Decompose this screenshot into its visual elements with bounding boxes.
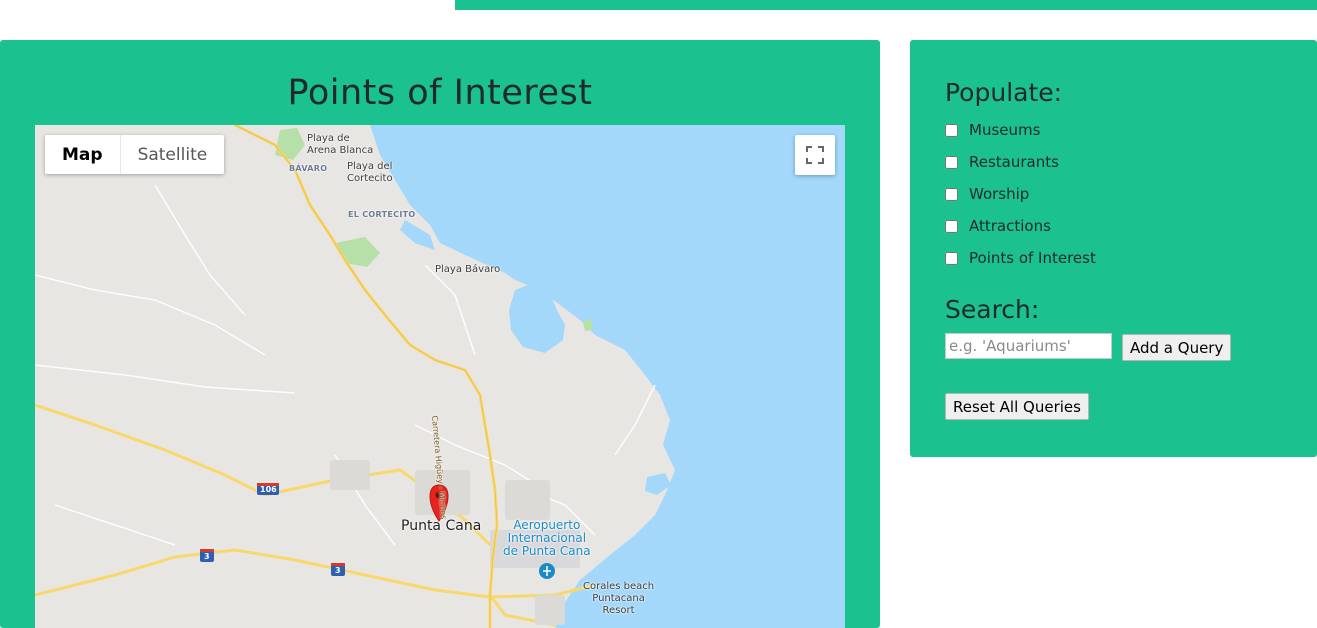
map-label: Playa de Arena Blanca (307, 133, 374, 156)
map-type-map-button[interactable]: Map (45, 135, 120, 174)
side-panel: Populate: Museums Restaurants Worship At… (910, 40, 1317, 457)
checkbox-label: Worship (969, 185, 1030, 203)
shield-label: 106 (260, 485, 277, 494)
map-label: Aeropuerto Internacional de Punta Cana (503, 518, 591, 558)
checkbox-label: Museums (969, 121, 1041, 139)
checkbox-row-worship[interactable]: Worship (945, 184, 1029, 204)
search-input[interactable] (945, 333, 1112, 359)
checkbox-row-attractions[interactable]: Attractions (945, 216, 1051, 236)
map-label: EL CORTECITO (348, 210, 416, 219)
map-label: Punta Cana (401, 518, 482, 534)
map-type-control: Map Satellite (45, 135, 225, 174)
top-bar (455, 0, 1317, 10)
checkbox-label: Attractions (969, 217, 1051, 235)
points-of-interest-checkbox[interactable] (945, 251, 958, 265)
page-title: Points of Interest (287, 73, 593, 113)
search-heading: Search: (945, 295, 1040, 324)
checkbox-label: Points of Interest (969, 249, 1096, 267)
checkbox-row-points-of-interest[interactable]: Points of Interest (945, 248, 1096, 268)
museums-checkbox[interactable] (945, 123, 958, 137)
checkbox-row-museums[interactable]: Museums (945, 120, 1040, 140)
map-type-satellite-button[interactable]: Satellite (119, 135, 225, 174)
add-query-button[interactable]: Add a Query (1122, 334, 1232, 361)
restaurants-checkbox[interactable] (945, 155, 958, 169)
fullscreen-button[interactable] (795, 135, 835, 175)
shield-label: 3 (204, 552, 210, 561)
map-canvas[interactable] (35, 125, 845, 628)
map-label: Corales beach Puntacana Resort (583, 581, 655, 616)
checkbox-label: Restaurants (969, 153, 1059, 171)
shield-label: 3 (335, 566, 341, 575)
worship-checkbox[interactable] (945, 187, 958, 201)
map-label: BÁVARO (289, 164, 328, 173)
map-label: Playa Bávaro (435, 264, 501, 275)
checkbox-row-restaurants[interactable]: Restaurants (945, 152, 1059, 172)
attractions-checkbox[interactable] (945, 219, 958, 233)
reset-queries-button[interactable]: Reset All Queries (945, 393, 1089, 420)
fullscreen-icon (806, 146, 824, 164)
map-label: Playa del Cortecito (347, 161, 393, 184)
populate-heading: Populate: (945, 78, 1063, 107)
map-view[interactable]: Playa de Arena Blanca BÁVARO Playa del C… (35, 125, 845, 628)
map-card: Points of Interest Playa de Arena Blanca… (0, 40, 880, 628)
